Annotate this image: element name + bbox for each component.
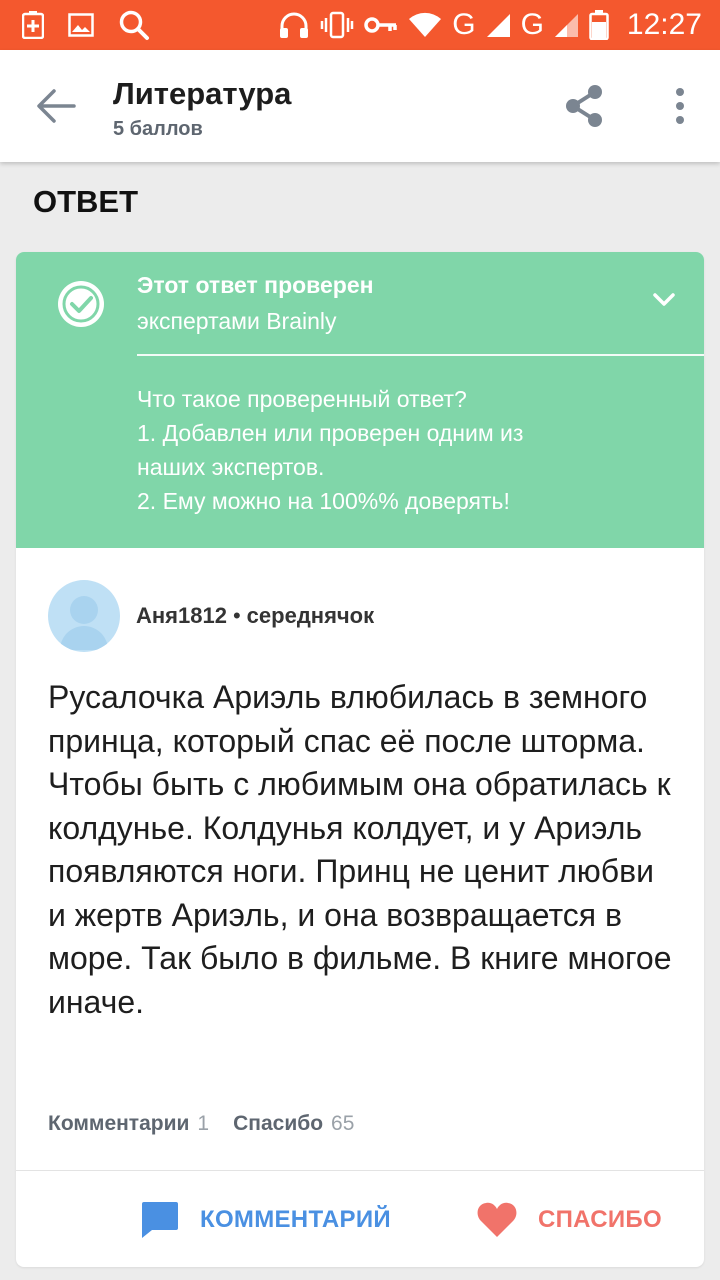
verified-title: Этот ответ проверен <box>137 272 374 298</box>
verified-info-line: 2. Ему можно на 100%% доверять! <box>137 488 510 514</box>
separator-dot: • <box>232 603 241 628</box>
image-icon <box>68 13 94 37</box>
author-row[interactable]: Аня1812 • середнячок <box>48 580 374 652</box>
headphones-icon <box>278 11 310 39</box>
comment-button[interactable]: КОММЕНТАРИЙ <box>138 1198 391 1242</box>
signal-icon <box>485 12 511 38</box>
wifi-icon <box>408 12 442 38</box>
back-arrow-icon <box>37 89 76 123</box>
author-name[interactable]: Аня1812 <box>136 603 227 629</box>
author-rank: середнячок <box>246 603 375 628</box>
status-bar: G G 12:27 <box>0 0 720 50</box>
more-vert-icon <box>676 88 684 124</box>
thanks-button[interactable]: СПАСИБО <box>476 1198 662 1242</box>
heart-icon <box>477 1202 517 1237</box>
vibrate-icon <box>320 11 354 39</box>
section-title: ОТВЕТ <box>33 184 139 219</box>
more-options-button[interactable] <box>668 86 692 126</box>
app-bar: Литература 5 баллов <box>0 50 720 162</box>
battery-icon <box>589 10 609 40</box>
network-type-1: G <box>452 8 475 41</box>
verified-info: Что такое проверенный ответ? 1. Добавлен… <box>137 382 677 518</box>
thanks-button-label: СПАСИБО <box>538 1206 662 1233</box>
share-button[interactable] <box>562 83 606 129</box>
answer-stats: Комментарии 1 Спасибо 65 <box>48 1112 354 1136</box>
clock: 12:27 <box>626 8 702 41</box>
answer-text: Русалочка Ариэль влюбилась в земного при… <box>48 679 672 1020</box>
search-icon <box>118 9 150 41</box>
thanks-count: 65 <box>331 1112 355 1135</box>
key-icon <box>364 15 398 35</box>
comments-count: 1 <box>197 1112 210 1135</box>
avatar[interactable] <box>48 580 120 652</box>
back-button[interactable] <box>34 86 78 126</box>
answer-card: Этот ответ проверен экспертами Brainly Ч… <box>16 252 704 1267</box>
signal-icon <box>553 12 579 38</box>
thanks-stat-label[interactable]: Спасибо <box>233 1112 323 1136</box>
avatar-placeholder-icon <box>60 596 108 650</box>
verified-banner[interactable]: Этот ответ проверен экспертами Brainly Ч… <box>16 252 704 548</box>
verified-info-line: Что такое проверенный ответ? <box>137 386 467 412</box>
verified-subtitle: экспертами Brainly <box>137 308 337 334</box>
divider <box>16 1170 704 1171</box>
divider <box>137 354 704 356</box>
share-icon <box>566 85 602 127</box>
points-label: 5 баллов <box>113 118 203 140</box>
check-circle-icon <box>56 279 106 329</box>
chevron-down-icon[interactable] <box>652 292 676 308</box>
verified-info-line: наших экспертов. <box>137 454 325 480</box>
network-type-2: G <box>520 8 544 41</box>
comment-icon <box>142 1202 178 1238</box>
comments-stat-label[interactable]: Комментарии <box>48 1112 189 1136</box>
comment-button-label: КОММЕНТАРИЙ <box>200 1206 391 1233</box>
verified-info-line: 1. Добавлен или проверен одним из <box>137 420 524 446</box>
page-title: Литература <box>113 76 292 111</box>
battery-plus-icon <box>22 11 44 39</box>
